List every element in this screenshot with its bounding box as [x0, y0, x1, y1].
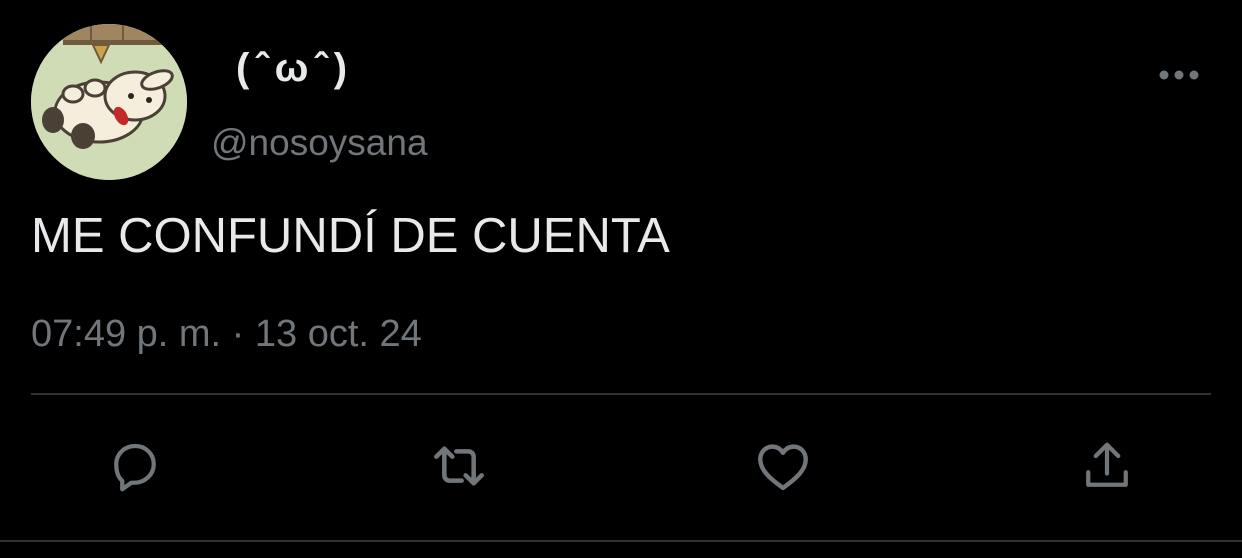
heart-icon [758, 444, 808, 491]
retweet-button[interactable] [427, 434, 491, 498]
bottom-divider [0, 540, 1242, 542]
tweet-text: ME CONFUNDÍ DE CUENTA [31, 209, 670, 263]
more-horizontal-icon [1159, 70, 1199, 80]
divider [31, 393, 1211, 395]
user-handle[interactable]: @nosoysana [211, 120, 428, 166]
reply-button[interactable] [103, 434, 167, 498]
display-name[interactable]: (ˆωˆ) [236, 42, 353, 94]
like-button[interactable] [751, 434, 815, 498]
avatar-image [31, 24, 187, 180]
retweet-icon [434, 446, 484, 486]
reply-icon [114, 443, 156, 492]
share-button[interactable] [1075, 434, 1139, 498]
share-icon [1086, 442, 1128, 487]
tweet-timestamp[interactable]: 07:49 p. m. · 13 oct. 24 [31, 310, 422, 358]
avatar[interactable] [31, 24, 187, 180]
more-options-button[interactable] [1156, 58, 1202, 92]
tweet-detail: (ˆωˆ) @nosoysana ME CONFUNDÍ DE CUENTA 0… [0, 0, 1242, 558]
